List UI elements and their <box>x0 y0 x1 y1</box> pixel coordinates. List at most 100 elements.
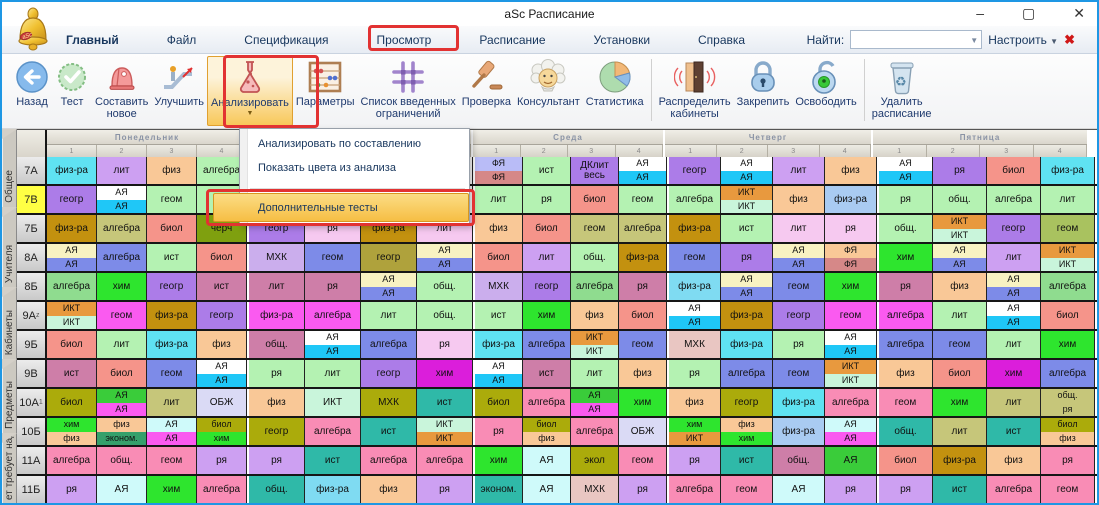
timetable-cell[interactable]: геогр <box>249 418 305 445</box>
timetable-cell[interactable]: алгебра <box>523 389 571 416</box>
timetable-cell[interactable]: лит <box>987 389 1041 416</box>
timetable-cell[interactable]: АЯАЯ <box>305 331 361 358</box>
timetable-cell[interactable]: биол <box>475 389 523 416</box>
timetable-cell[interactable]: физ-ра <box>147 331 197 358</box>
timetable-cell[interactable]: алгебра <box>47 273 97 300</box>
timetable-cell[interactable]: ИКТ <box>305 389 361 416</box>
timetable-cell[interactable]: ря <box>619 273 667 300</box>
toolbar-button-constraints-grid[interactable]: Список введенных ограничений <box>358 56 459 126</box>
timetable-cell[interactable]: ря <box>933 157 987 184</box>
timetable-cell[interactable]: ИКТИКТ <box>933 215 987 242</box>
timetable-cell[interactable]: лит <box>249 273 305 300</box>
timetable-cell[interactable]: МХК <box>571 476 619 503</box>
timetable-cell[interactable]: АЯАЯ <box>361 273 417 300</box>
timetable-cell[interactable]: алгебра <box>619 215 667 242</box>
timetable-cell[interactable]: алгебра <box>97 244 147 271</box>
timetable-cell[interactable]: ря <box>249 360 305 387</box>
timetable-cell[interactable]: хим <box>987 360 1041 387</box>
timetable-cell[interactable]: лит <box>571 360 619 387</box>
timetable-cell[interactable]: МХК <box>669 331 721 358</box>
timetable-cell[interactable]: геогр <box>197 302 247 329</box>
timetable-cell[interactable]: АЯАЯ <box>825 418 877 445</box>
timetable-cell[interactable]: АЯАЯ <box>721 157 773 184</box>
timetable-cell[interactable]: физ <box>825 157 877 184</box>
timetable-cell[interactable]: АЯАЯ <box>97 389 147 416</box>
timetable-cell[interactable]: биол <box>523 215 571 242</box>
timetable-cell[interactable]: физ-ра <box>669 215 721 242</box>
timetable-cell[interactable]: физ-ра <box>721 331 773 358</box>
sidebar-tab-3[interactable]: Кабинеты <box>2 287 17 359</box>
toolbar-button-door[interactable]: Распределить кабинеты <box>656 56 734 126</box>
timetable-cell[interactable]: ря <box>1041 447 1095 474</box>
menu-item-1[interactable]: Главный <box>60 30 125 50</box>
timetable-cell[interactable]: ИКТИКТ <box>571 331 619 358</box>
timetable-cell[interactable]: геом <box>619 186 667 213</box>
timetable-cell[interactable]: ря <box>475 418 523 445</box>
sidebar-tab-1[interactable]: Общее <box>2 129 17 207</box>
timetable-cell[interactable]: общ.ря <box>1041 389 1095 416</box>
timetable-cell[interactable]: биол <box>879 447 933 474</box>
timetable-cell[interactable]: ИКТИКТ <box>417 418 473 445</box>
toolbar-button-flask[interactable]: Анализировать▼ <box>207 56 293 126</box>
timetable-cell[interactable]: ря <box>721 244 773 271</box>
menu-item-show-analysis-colors[interactable]: Показать цвета из анализа <box>258 162 396 174</box>
timetable-cell[interactable]: алгебра <box>571 273 619 300</box>
timetable-cell[interactable]: лит <box>361 302 417 329</box>
timetable-cell[interactable]: биол <box>47 331 97 358</box>
class-label-9Б[interactable]: 9Б <box>17 331 47 358</box>
timetable-cell[interactable]: АЯАЯ <box>47 244 97 271</box>
timetable-cell[interactable]: физ <box>249 389 305 416</box>
timetable-cell[interactable]: ист <box>197 273 247 300</box>
timetable-cell[interactable]: физ-ра <box>773 389 825 416</box>
timetable-cell[interactable]: ист <box>47 360 97 387</box>
timetable-cell[interactable]: ря <box>879 186 933 213</box>
timetable-cell[interactable]: хим <box>417 360 473 387</box>
timetable-cell[interactable]: хим <box>97 273 147 300</box>
timetable-cell[interactable]: АЯАЯ <box>147 418 197 445</box>
timetable-cell[interactable]: физ <box>197 331 247 358</box>
ribbon-close-icon[interactable]: ✖ <box>1064 32 1075 48</box>
timetable-cell[interactable]: геогр <box>361 360 417 387</box>
timetable-cell[interactable]: АЯАЯ <box>619 157 667 184</box>
timetable-cell[interactable]: физ-ра <box>825 186 877 213</box>
timetable-cell[interactable]: геом <box>619 331 667 358</box>
timetable-cell[interactable]: ФЯФЯ <box>825 244 877 271</box>
timetable-cell[interactable]: алгебра <box>669 186 721 213</box>
toolbar-button-siren[interactable]: Составить новое <box>92 56 151 126</box>
timetable-cell[interactable]: ря <box>879 476 933 503</box>
timetable-cell[interactable]: биол <box>1041 302 1095 329</box>
timetable-cell[interactable]: геом <box>1041 215 1095 242</box>
menu-item-3[interactable]: Спецификация <box>238 30 334 50</box>
timetable-cell[interactable]: физ <box>619 360 667 387</box>
toolbar-button-lock[interactable]: Закрепить <box>734 56 793 126</box>
timetable-cell[interactable]: физ-ра <box>773 418 825 445</box>
timetable-cell[interactable]: ря <box>249 447 305 474</box>
class-label-10Б[interactable]: 10Б <box>17 418 47 445</box>
timetable-cell[interactable]: ист <box>987 418 1041 445</box>
timetable-cell[interactable]: физ-ра <box>1041 157 1095 184</box>
timetable-cell[interactable]: физ <box>933 273 987 300</box>
timetable-cell[interactable]: геогр <box>523 273 571 300</box>
timetable-cell[interactable]: алгебра <box>987 476 1041 503</box>
timetable-cell[interactable]: ист <box>361 418 417 445</box>
timetable-cell[interactable]: геогр <box>361 244 417 271</box>
timetable-cell[interactable]: алгебра <box>361 331 417 358</box>
timetable-cell[interactable]: общ. <box>879 418 933 445</box>
menu-item-analyze-by-generation[interactable]: Анализировать по составлению <box>258 138 421 150</box>
timetable-cell[interactable]: ист <box>305 447 361 474</box>
menu-item-7[interactable]: Справка <box>692 30 751 50</box>
timetable-cell[interactable]: лит <box>305 360 361 387</box>
timetable-cell[interactable]: физ-ра <box>47 157 97 184</box>
timetable-cell[interactable]: геом <box>1041 476 1095 503</box>
timetable-cell[interactable]: ря <box>669 447 721 474</box>
timetable-cell[interactable]: физ-ра <box>47 215 97 242</box>
timetable-cell[interactable]: лит <box>523 244 571 271</box>
timetable-cell[interactable]: АЯ <box>523 476 571 503</box>
timetable-cell[interactable]: геогр <box>47 186 97 213</box>
timetable-cell[interactable]: ИКТИКТ <box>47 302 97 329</box>
timetable-cell[interactable]: лит <box>773 215 825 242</box>
timetable-cell[interactable]: хим <box>147 476 197 503</box>
timetable-cell[interactable]: химфиз <box>47 418 97 445</box>
timetable-cell[interactable]: алгебра <box>47 447 97 474</box>
timetable-cell[interactable]: лит <box>475 186 523 213</box>
